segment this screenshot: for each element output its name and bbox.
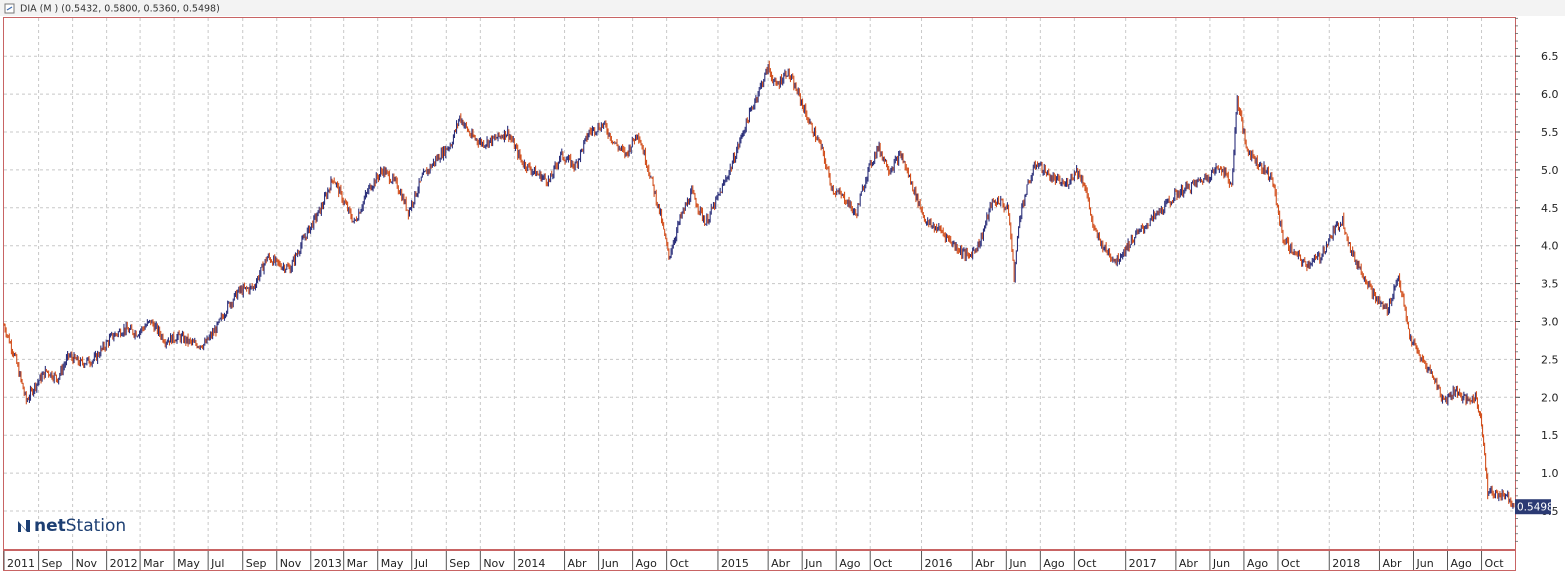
last-value-label: 0.5498 <box>1517 502 1554 514</box>
x-axis: 2011 Sep Nov 2012 Mar May Jul Sep Nov 2013 Mar May J… <box>3 550 1516 571</box>
x-tick-label: Oct <box>1281 557 1301 570</box>
x-tick-label: 2011 <box>7 557 35 570</box>
y-tick-label: 5.5 <box>1541 126 1559 139</box>
y-tick-label: 3.0 <box>1541 316 1559 329</box>
x-tick-label: Nov <box>280 557 302 570</box>
x-tick-label: Sep <box>246 557 267 570</box>
x-tick-label: May <box>177 557 200 570</box>
x-tick-label: Ago <box>1247 557 1269 570</box>
x-tick-label: Mar <box>347 557 368 570</box>
logo-text-rest: Station <box>65 516 127 536</box>
x-tick-label: Nov <box>76 557 98 570</box>
x-tick-label: Abr <box>975 557 995 570</box>
title-bar: DIA (M ) (0.5432, 0.5800, 0.5360, 0.5498… <box>0 0 1565 16</box>
x-tick-label: Jun <box>804 557 822 570</box>
x-tick-label: 2017 <box>1129 557 1157 570</box>
price-chart[interactable]: DIA (M ) (0.5432, 0.5800, 0.5360, 0.5498… <box>0 0 1565 573</box>
x-tick-label: Abr <box>771 557 791 570</box>
y-tick-label: 6.0 <box>1541 88 1559 101</box>
y-tick-label: 3.5 <box>1541 278 1559 291</box>
x-tick-label: Sep <box>449 557 470 570</box>
y-tick-label: 1.5 <box>1541 429 1559 442</box>
x-tick-label: Nov <box>483 557 505 570</box>
y-tick-label: 1.0 <box>1541 467 1559 480</box>
x-tick-label: Jul <box>210 557 224 570</box>
y-tick-label: 4.0 <box>1541 240 1559 253</box>
y-tick-label: 5.0 <box>1541 164 1559 177</box>
x-tick-label: Abr <box>1179 557 1199 570</box>
x-tick-label: Jun <box>1415 557 1433 570</box>
logo-text-bold: net <box>34 516 66 536</box>
y-tick-label: 2.0 <box>1541 391 1559 404</box>
x-tick-label: Jun <box>1008 557 1026 570</box>
x-tick-label: Abr <box>1382 557 1402 570</box>
y-tick-label: 4.5 <box>1541 202 1559 215</box>
x-tick-label: Mar <box>143 557 164 570</box>
y-tick-label: 2.5 <box>1541 353 1559 366</box>
x-tick-label: Oct <box>1077 557 1097 570</box>
y-tick-label: 6.5 <box>1541 50 1559 63</box>
x-tick-label: Oct <box>1485 557 1505 570</box>
x-tick-label: 2012 <box>110 557 138 570</box>
last-value-badge: 0.5498 <box>1515 499 1554 515</box>
netstation-logo-icon <box>18 520 30 532</box>
x-tick-label: Ago <box>1043 557 1065 570</box>
chart-title: DIA (M ) (0.5432, 0.5800, 0.5360, 0.5498… <box>20 4 220 15</box>
x-tick-label: Jun <box>601 557 619 570</box>
x-tick-label: Abr <box>568 557 588 570</box>
x-tick-label: 2015 <box>721 557 749 570</box>
x-tick-label: 2016 <box>925 557 953 570</box>
x-tick-label: May <box>381 557 404 570</box>
x-tick-label: Ago <box>636 557 658 570</box>
x-tick-label: Oct <box>670 557 690 570</box>
x-tick-label: Jun <box>1212 557 1230 570</box>
x-tick-label: Ago <box>1451 557 1473 570</box>
x-tick-label: 2014 <box>517 557 545 570</box>
x-tick-label: Jul <box>414 557 428 570</box>
x-tick-label: Ago <box>839 557 861 570</box>
netstation-logo: net Station <box>16 516 126 536</box>
x-tick-label: 2018 <box>1332 557 1360 570</box>
x-tick-label: Sep <box>42 557 63 570</box>
x-tick-label: 2013 <box>314 557 342 570</box>
x-tick-label: Oct <box>873 557 893 570</box>
